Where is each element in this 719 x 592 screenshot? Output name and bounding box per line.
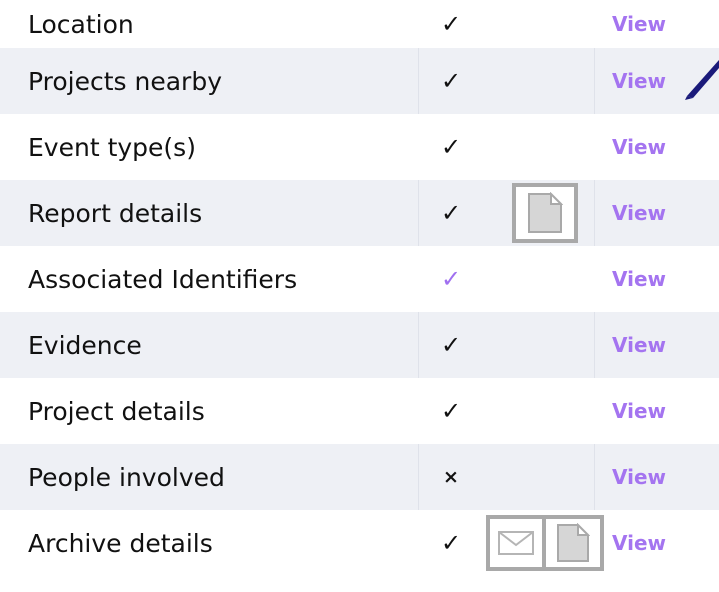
- view-link-people-involved[interactable]: View: [612, 465, 666, 489]
- row-associated-identifiers: Associated Identifiers ✓ View: [0, 246, 719, 312]
- row-project-details: Project details ✓ View: [0, 378, 719, 444]
- check-icon: ✓: [440, 529, 462, 557]
- row-label: Location: [28, 9, 134, 39]
- row-people-involved: People involved × View: [0, 444, 719, 510]
- check-icon: ✓: [440, 331, 462, 359]
- document-icon[interactable]: [542, 515, 604, 571]
- view-link-archive-details[interactable]: View: [612, 531, 666, 555]
- row-projects-nearby: Projects nearby ✓ View: [0, 48, 719, 114]
- view-link-projects-nearby[interactable]: View: [612, 69, 666, 93]
- row-label: Evidence: [28, 330, 142, 360]
- row-label: Project details: [28, 396, 205, 426]
- pen-icon[interactable]: [679, 48, 719, 114]
- row-label: Archive details: [28, 528, 213, 558]
- checklist-table: Location ✓ View Projects nearby ✓ View E…: [0, 0, 719, 576]
- check-icon: ✓: [440, 10, 462, 38]
- view-link-evidence[interactable]: View: [612, 333, 666, 357]
- envelope-icon[interactable]: [486, 515, 546, 571]
- cross-icon: ×: [443, 466, 459, 488]
- view-link-event-types[interactable]: View: [612, 135, 666, 159]
- check-icon: ✓: [440, 397, 462, 425]
- row-evidence: Evidence ✓ View: [0, 312, 719, 378]
- row-location: Location ✓ View: [0, 0, 719, 48]
- view-link-associated-identifiers[interactable]: View: [612, 267, 666, 291]
- row-label: Event type(s): [28, 132, 196, 162]
- row-archive-details: Archive details ✓ View: [0, 510, 719, 576]
- row-label: Projects nearby: [28, 66, 222, 96]
- row-label: Report details: [28, 198, 203, 228]
- view-link-report-details[interactable]: View: [612, 201, 666, 225]
- check-icon: ✓: [440, 67, 462, 95]
- row-report-details: Report details ✓ View: [0, 180, 719, 246]
- row-label: Associated Identifiers: [28, 264, 298, 294]
- check-icon: ✓: [440, 199, 462, 227]
- row-event-types: Event type(s) ✓ View: [0, 114, 719, 180]
- document-icon[interactable]: [512, 183, 578, 243]
- view-link-location[interactable]: View: [612, 12, 666, 36]
- row-label: People involved: [28, 462, 225, 492]
- check-icon: ✓: [440, 133, 462, 161]
- check-icon: ✓: [440, 265, 462, 293]
- view-link-project-details[interactable]: View: [612, 399, 666, 423]
